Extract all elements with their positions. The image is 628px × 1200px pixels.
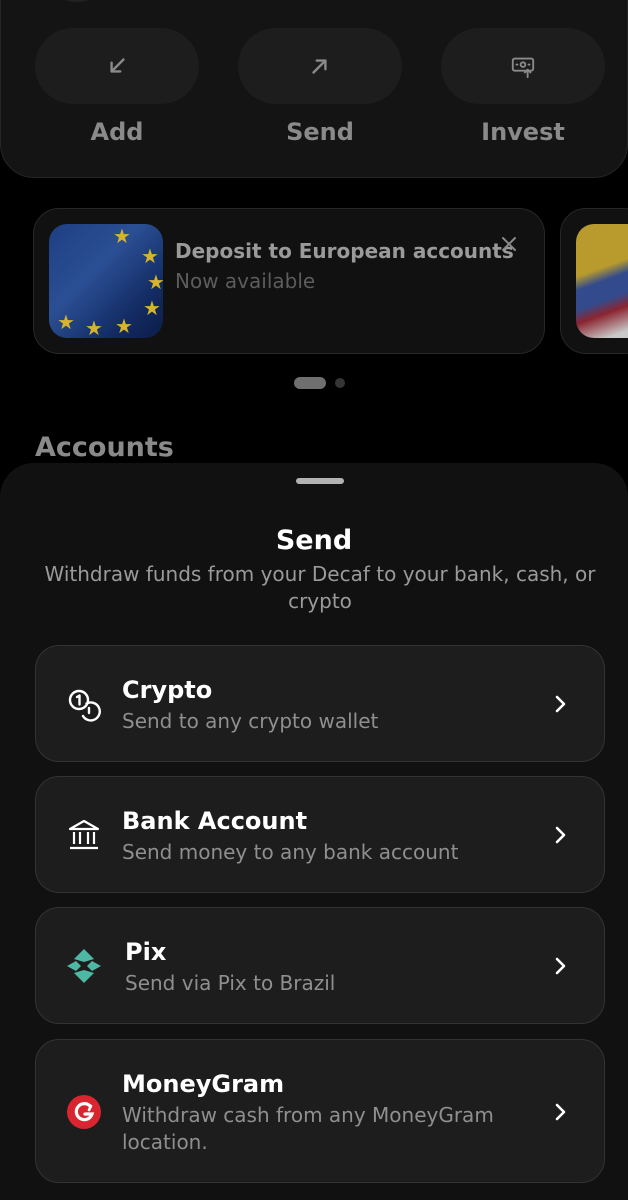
invest-action[interactable]: Invest <box>441 28 605 158</box>
send-button[interactable] <box>238 28 402 104</box>
option-title: Pix <box>125 938 167 966</box>
chevron-right-icon <box>555 695 566 713</box>
pix-icon <box>64 946 104 986</box>
arrow-up-right-icon <box>312 59 327 74</box>
quick-actions: Add Send Invest <box>0 28 628 158</box>
bank-icon <box>64 815 104 855</box>
flag-image <box>576 224 628 338</box>
option-subtitle: Send money to any bank account <box>122 840 459 864</box>
option-title: Bank Account <box>122 807 308 835</box>
add-label: Add <box>90 118 144 146</box>
option-pix[interactable]: Pix Send via Pix to Brazil <box>35 907 605 1024</box>
coins-icon <box>64 684 104 724</box>
send-sheet: Send Withdraw funds from your Decaf to y… <box>0 463 628 1200</box>
promo-subtitle: Now available <box>175 269 316 293</box>
carousel-dot <box>335 378 345 388</box>
option-moneygram[interactable]: MoneyGram Withdraw cash from any MoneyGr… <box>35 1039 605 1183</box>
invest-label: Invest <box>481 118 565 146</box>
option-title: Crypto <box>122 676 213 704</box>
screen: Add Send Invest ★ ★ ★ ★ ★ ★ ★ Deposit to… <box>0 0 628 1200</box>
send-action[interactable]: Send <box>238 28 402 158</box>
add-action[interactable]: Add <box>35 28 199 158</box>
option-subtitle: Send via Pix to Brazil <box>125 971 336 995</box>
chevron-right-icon <box>555 826 566 844</box>
close-icon[interactable] <box>498 233 520 255</box>
option-subtitle: Withdraw cash from any MoneyGram locatio… <box>122 1103 494 1154</box>
sheet-grabber[interactable] <box>296 478 344 484</box>
chevron-right-icon <box>555 957 566 975</box>
chevron-right-icon <box>555 1103 566 1121</box>
promo-card[interactable]: ★ ★ ★ ★ ★ ★ ★ Deposit to European accoun… <box>33 208 545 354</box>
sheet-title: Send <box>275 525 353 556</box>
carousel-dot-active <box>294 377 326 389</box>
promo-title: Deposit to European accounts <box>175 239 514 263</box>
money-upload-icon <box>511 57 535 79</box>
option-bank-account[interactable]: Bank Account Send money to any bank acco… <box>35 776 605 893</box>
arrow-down-left-icon <box>110 58 125 73</box>
add-button[interactable] <box>35 28 199 104</box>
moneygram-icon <box>64 1092 104 1132</box>
promo-card-next[interactable] <box>560 208 628 354</box>
option-subtitle: Send to any crypto wallet <box>122 709 379 733</box>
option-title: MoneyGram <box>122 1070 285 1098</box>
eu-flag-image: ★ ★ ★ ★ ★ ★ ★ <box>49 224 163 338</box>
accounts-heading: Accounts <box>35 432 174 463</box>
option-crypto[interactable]: Crypto Send to any crypto wallet <box>35 645 605 762</box>
invest-button[interactable] <box>441 28 605 104</box>
send-label: Send <box>286 118 354 146</box>
sheet-subtitle: Withdraw funds from your Decaf to your b… <box>44 562 596 613</box>
